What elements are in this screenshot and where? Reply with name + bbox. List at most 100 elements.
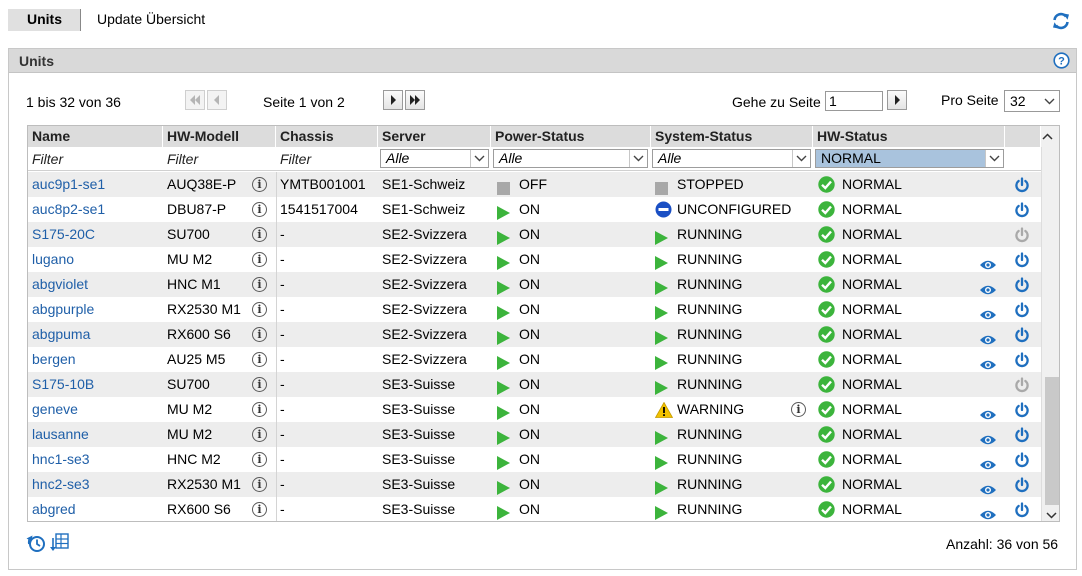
- filter-system-status-select[interactable]: Alle: [652, 149, 811, 168]
- scrollbar-thumb[interactable]: [1045, 377, 1059, 505]
- unit-name-link[interactable]: auc9p1-se1: [32, 172, 105, 197]
- help-icon[interactable]: ?: [1053, 52, 1070, 69]
- unit-name-link[interactable]: S175-20C: [32, 222, 95, 247]
- column-divider: [276, 422, 277, 447]
- per-page-select[interactable]: 32: [1004, 90, 1060, 112]
- info-icon[interactable]: i: [252, 502, 267, 517]
- unit-name-link[interactable]: abgviolet: [32, 272, 88, 297]
- hw-status-text: NORMAL: [842, 326, 902, 342]
- hw-model-text: AUQ38E-P: [167, 176, 237, 192]
- unit-name-link[interactable]: auc8p2-se1: [32, 197, 105, 222]
- tab-units[interactable]: Units: [8, 9, 81, 31]
- power-status-text: ON: [519, 251, 540, 267]
- filter-hw-modell-input[interactable]: Filter: [163, 147, 198, 171]
- power-status-text: ON: [519, 301, 540, 317]
- info-icon[interactable]: i: [252, 302, 267, 317]
- info-icon[interactable]: i: [252, 177, 267, 192]
- table-row[interactable]: abgred RX600 S6 i - SE3-Suisse ON RUNNING NORMA…: [28, 497, 1041, 521]
- table-row[interactable]: S175-20C SU700 i - SE2-Svizzera ON RUNNING NORM…: [28, 222, 1041, 247]
- vertical-scrollbar[interactable]: [1041, 147, 1059, 521]
- column-divider: [276, 472, 277, 497]
- info-icon[interactable]: i: [252, 252, 267, 267]
- goto-page-input[interactable]: [825, 91, 883, 111]
- table-row[interactable]: hnc1-se3 HNC M2 i - SE3-Suisse ON RUNNING NORMA…: [28, 447, 1041, 472]
- unit-name-link[interactable]: S175-10B: [32, 372, 94, 397]
- hw-model-text: DBU87-P: [167, 201, 227, 217]
- filter-name-input[interactable]: Filter: [28, 147, 63, 171]
- info-icon[interactable]: i: [791, 402, 806, 417]
- first-page-icon: [190, 95, 200, 105]
- power-button-icon[interactable]: [1014, 501, 1030, 521]
- table-row[interactable]: geneve MU M2 i - SE3-Suisse ON WARNING i NORMAL: [28, 397, 1041, 422]
- unit-name-link[interactable]: hnc2-se3: [32, 472, 90, 497]
- info-icon[interactable]: i: [252, 377, 267, 392]
- table-row[interactable]: abgpuma RX600 S6 i - SE2-Svizzera ON RUNNING NO…: [28, 322, 1041, 347]
- goto-page-button[interactable]: [887, 90, 907, 110]
- table-row[interactable]: bergen AU25 M5 i - SE2-Svizzera ON RUNNING NORM…: [28, 347, 1041, 372]
- column-divider: [276, 222, 277, 247]
- next-page-button[interactable]: [383, 90, 403, 110]
- info-icon[interactable]: i: [252, 452, 267, 467]
- scroll-down-chevron-icon[interactable]: [1046, 512, 1057, 519]
- info-icon[interactable]: i: [252, 402, 267, 417]
- history-clock-icon[interactable]: [25, 533, 47, 553]
- hw-status-text: NORMAL: [842, 401, 902, 417]
- chassis-text: -: [280, 501, 285, 517]
- hw-model-text: RX600 S6: [167, 501, 231, 517]
- column-header-system-status[interactable]: System-Status: [651, 126, 813, 147]
- last-page-icon: [410, 95, 420, 105]
- chevron-down-icon: [470, 150, 488, 167]
- column-header-hw-modell[interactable]: HW-Modell: [163, 126, 276, 147]
- unit-name-link[interactable]: hnc1-se3: [32, 447, 90, 472]
- server-text: SE2-Svizzera: [382, 301, 467, 317]
- running-triangle-icon: [655, 503, 668, 521]
- server-text: SE2-Svizzera: [382, 251, 467, 267]
- table-row[interactable]: auc9p1-se1 AUQ38E-P i YMTB001001 SE1-Schweiz…: [28, 172, 1041, 197]
- last-page-button[interactable]: [405, 90, 425, 110]
- tab-update-uebersicht[interactable]: Update Übersicht: [81, 9, 219, 31]
- power-status-text: ON: [519, 276, 540, 292]
- unit-name-link[interactable]: lugano: [32, 247, 74, 272]
- hw-model-text: MU M2: [167, 426, 213, 442]
- info-icon[interactable]: i: [252, 352, 267, 367]
- table-row[interactable]: abgpurple RX2530 M1 i - SE2-Svizzera ON RUNNIN…: [28, 297, 1041, 322]
- unit-name-link[interactable]: bergen: [32, 347, 76, 372]
- chassis-text: -: [280, 451, 285, 467]
- column-divider: [276, 497, 277, 521]
- table-row[interactable]: S175-10B SU700 i - SE3-Suisse ON RUNNING NORMAL: [28, 372, 1041, 397]
- column-header-chassis[interactable]: Chassis: [276, 126, 378, 147]
- info-icon[interactable]: i: [252, 477, 267, 492]
- info-icon[interactable]: i: [252, 427, 267, 442]
- column-header-name[interactable]: Name: [28, 126, 163, 147]
- unit-name-link[interactable]: abgred: [32, 497, 76, 521]
- chassis-text: -: [280, 276, 285, 292]
- eye-icon[interactable]: [979, 504, 997, 521]
- unit-name-link[interactable]: abgpurple: [32, 297, 94, 322]
- prev-page-button[interactable]: [207, 90, 227, 110]
- unit-name-link[interactable]: geneve: [32, 397, 78, 422]
- filter-hw-status-select[interactable]: NORMAL: [815, 149, 1004, 168]
- first-page-button[interactable]: [185, 90, 205, 110]
- filter-chassis-input[interactable]: Filter: [276, 147, 311, 171]
- column-header-hw-status[interactable]: HW-Status: [813, 126, 1005, 147]
- chassis-text: -: [280, 476, 285, 492]
- column-header-server[interactable]: Server: [378, 126, 491, 147]
- table-row[interactable]: abgviolet HNC M1 i - SE2-Svizzera ON RUNNING NO…: [28, 272, 1041, 297]
- scroll-up-button[interactable]: [1041, 126, 1059, 147]
- table-row[interactable]: auc8p2-se1 DBU87-P i 1541517004 SE1-Schweiz O…: [28, 197, 1041, 222]
- table-row[interactable]: hnc2-se3 RX2530 M1 i - SE3-Suisse ON RUNNING NO…: [28, 472, 1041, 497]
- unit-name-link[interactable]: lausanne: [32, 422, 89, 447]
- column-divider: [276, 197, 277, 222]
- table-export-icon[interactable]: [50, 532, 70, 552]
- filter-server-select[interactable]: Alle: [380, 149, 489, 168]
- column-header-power-status[interactable]: Power-Status: [491, 126, 651, 147]
- unit-name-link[interactable]: abgpuma: [32, 322, 90, 347]
- info-icon[interactable]: i: [252, 227, 267, 242]
- filter-power-status-select[interactable]: Alle: [493, 149, 648, 168]
- info-icon[interactable]: i: [252, 327, 267, 342]
- table-row[interactable]: lugano MU M2 i - SE2-Svizzera ON RUNNING NORMAL: [28, 247, 1041, 272]
- info-icon[interactable]: i: [252, 202, 267, 217]
- refresh-icon[interactable]: [1051, 11, 1071, 31]
- table-row[interactable]: lausanne MU M2 i - SE3-Suisse ON RUNNING NORMAL: [28, 422, 1041, 447]
- info-icon[interactable]: i: [252, 277, 267, 292]
